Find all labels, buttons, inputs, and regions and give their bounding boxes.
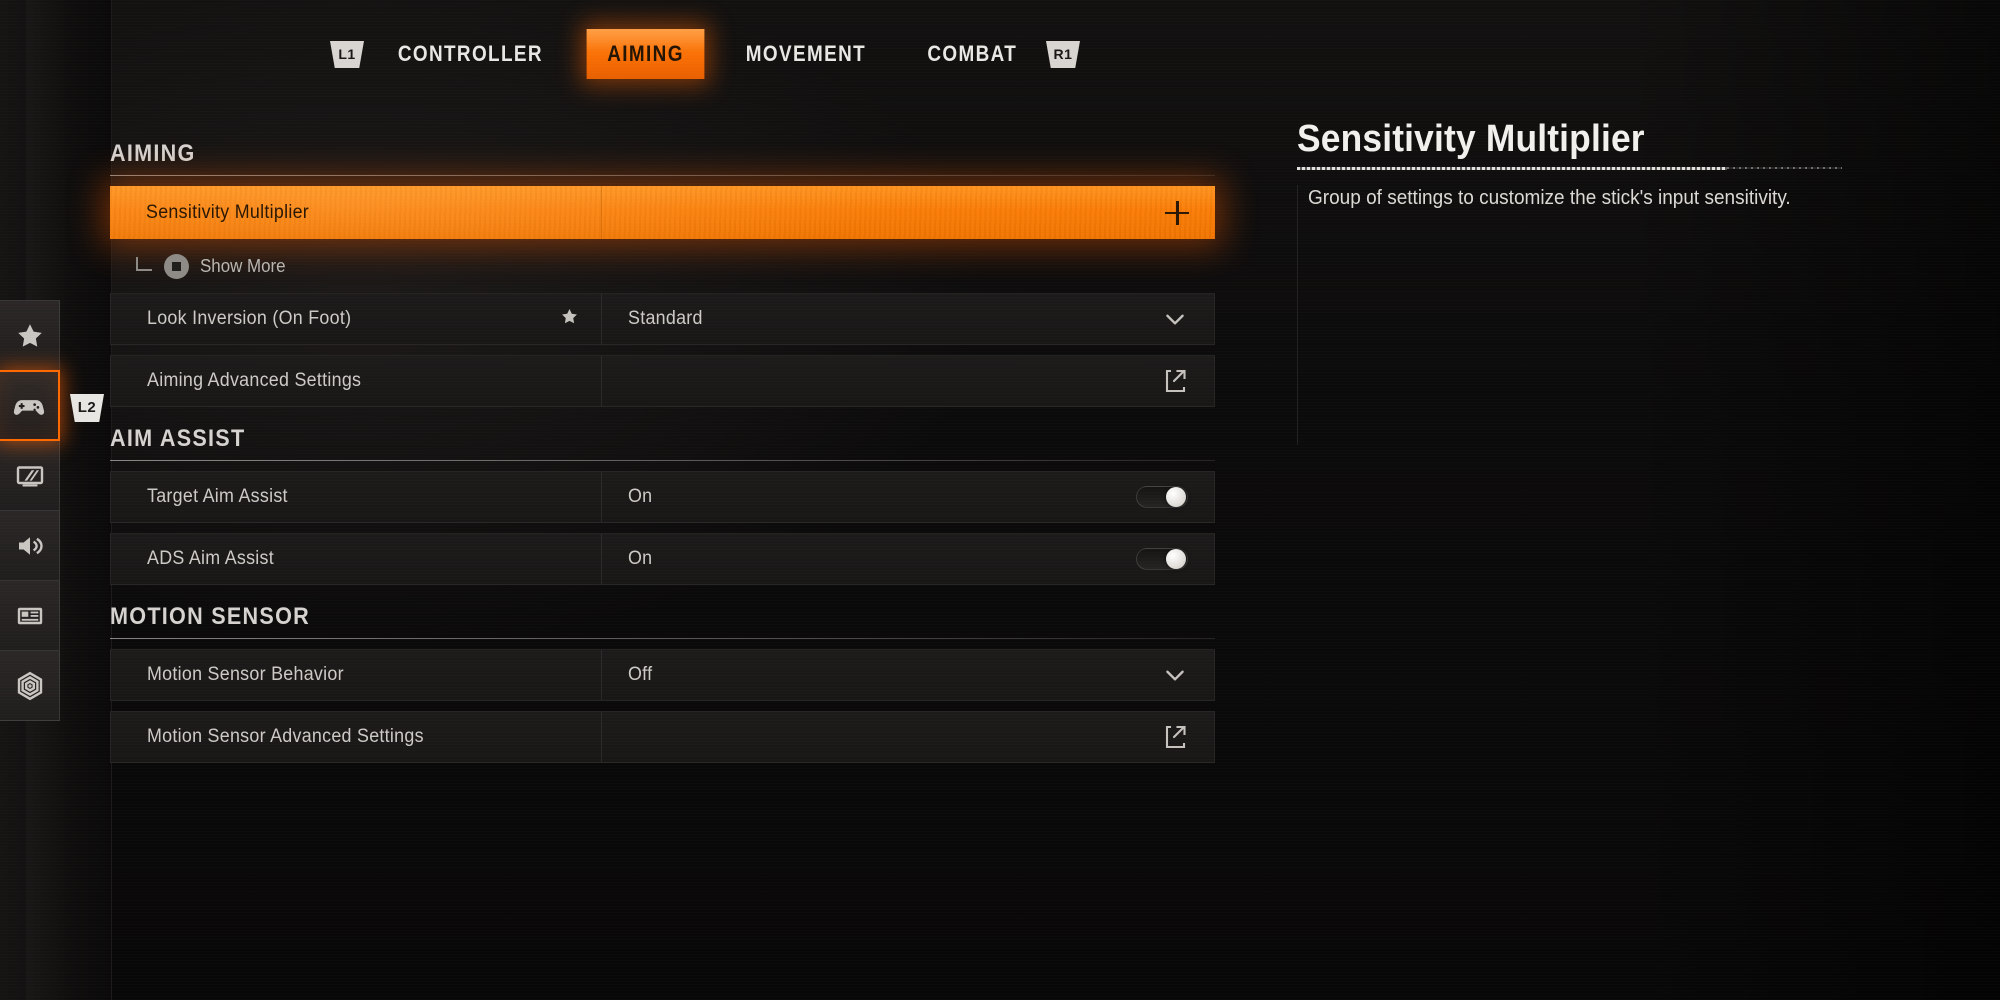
- section-divider: [110, 638, 1215, 639]
- info-panel-title: Sensitivity Multiplier: [1297, 118, 1645, 160]
- row-control-cell: Standard: [602, 294, 1214, 344]
- l2-bumper-badge: L2: [70, 394, 104, 422]
- sidebar-item-controller[interactable]: [0, 370, 60, 441]
- row-control-cell: On: [602, 472, 1214, 522]
- setting-row-sensitivity-multiplier[interactable]: Sensitivity Multiplier: [110, 186, 1215, 239]
- sidebar-item-interface[interactable]: [0, 580, 60, 651]
- setting-value: Off: [627, 664, 653, 685]
- show-more-label: Show More: [200, 255, 286, 276]
- tab-combat[interactable]: COMBAT: [908, 31, 1036, 77]
- setting-label: Aiming Advanced Settings: [147, 370, 362, 391]
- category-sidebar: [0, 300, 60, 721]
- settings-screen: L2 L1 CONTROLLER AIMING MOVEMENT COMBAT …: [0, 0, 2000, 1000]
- row-control-cell: [602, 712, 1214, 762]
- setting-label: ADS Aim Assist: [147, 548, 275, 569]
- setting-row-motion-sensor-advanced[interactable]: Motion Sensor Advanced Settings: [110, 711, 1215, 763]
- setting-label: Sensitivity Multiplier: [146, 201, 310, 223]
- info-panel-description: Group of settings to customize the stick…: [1308, 187, 1791, 209]
- setting-value: On: [627, 548, 653, 569]
- section-divider: [110, 175, 1215, 176]
- tree-branch-icon: [136, 257, 152, 271]
- section-title: MOTION SENSOR: [110, 603, 310, 630]
- external-link-icon[interactable]: [1164, 724, 1188, 750]
- tab-controller[interactable]: CONTROLLER: [379, 31, 562, 77]
- setting-label: Motion Sensor Behavior: [147, 664, 344, 685]
- sidebar-item-graphics[interactable]: [0, 440, 60, 511]
- gamepad-icon: [12, 389, 46, 423]
- row-control-cell: On: [602, 534, 1214, 584]
- setting-label: Motion Sensor Advanced Settings: [147, 726, 424, 747]
- ps-square-button-icon: [164, 253, 189, 279]
- row-control-cell: Off: [602, 650, 1214, 700]
- radar-hex-icon: [14, 670, 46, 702]
- external-link-icon[interactable]: [1164, 368, 1188, 394]
- section-header-aiming: AIMING: [110, 140, 1215, 176]
- info-panel: Sensitivity Multiplier Group of settings…: [1297, 118, 1937, 445]
- toggle-switch[interactable]: [1136, 548, 1188, 570]
- sidebar-item-favorites[interactable]: [0, 300, 60, 371]
- setting-row-motion-sensor-behavior[interactable]: Motion Sensor Behavior Off: [110, 649, 1215, 701]
- info-panel-underline: [1297, 167, 1727, 170]
- info-panel-body: Group of settings to customize the stick…: [1297, 185, 1937, 445]
- row-label-cell: Aiming Advanced Settings: [111, 356, 602, 406]
- row-label-cell: Look Inversion (On Foot): [111, 294, 602, 344]
- setting-row-ads-aim-assist[interactable]: ADS Aim Assist On: [110, 533, 1215, 585]
- chevron-down-icon[interactable]: [1162, 662, 1188, 688]
- speaker-icon: [14, 530, 46, 562]
- hud-layout-icon: [14, 600, 46, 632]
- sidebar-item-telemetry[interactable]: [0, 650, 60, 721]
- setting-value: Standard: [627, 308, 703, 329]
- plus-icon[interactable]: [1165, 200, 1189, 225]
- setting-label: Look Inversion (On Foot): [147, 308, 352, 329]
- monitor-icon: [14, 460, 46, 492]
- l1-bumper-badge: L1: [330, 41, 364, 68]
- settings-list: AIMING Sensitivity Multiplier Show More …: [110, 140, 1215, 773]
- row-control-cell: [602, 356, 1214, 406]
- section-header-aim-assist: AIM ASSIST: [110, 425, 1215, 461]
- setting-label: Target Aim Assist: [147, 486, 288, 507]
- setting-row-target-aim-assist[interactable]: Target Aim Assist On: [110, 471, 1215, 523]
- info-panel-underline-tail: [1727, 167, 1842, 169]
- row-control-cell: [602, 186, 1215, 239]
- section-title: AIMING: [110, 140, 196, 167]
- setting-row-aiming-advanced[interactable]: Aiming Advanced Settings: [110, 355, 1215, 407]
- row-label-cell: ADS Aim Assist: [111, 534, 602, 584]
- show-more-row[interactable]: Show More: [110, 247, 1215, 285]
- row-label-cell: Motion Sensor Behavior: [111, 650, 602, 700]
- star-icon: [15, 321, 45, 351]
- row-label-cell: Target Aim Assist: [111, 472, 602, 522]
- sidebar-item-audio[interactable]: [0, 510, 60, 581]
- section-header-motion-sensor: MOTION SENSOR: [110, 603, 1215, 639]
- toggle-switch[interactable]: [1136, 486, 1188, 508]
- setting-row-look-inversion[interactable]: Look Inversion (On Foot) Standard: [110, 293, 1215, 345]
- row-label-cell: Sensitivity Multiplier: [110, 186, 602, 239]
- setting-value: On: [627, 486, 653, 507]
- r1-bumper-badge: R1: [1046, 41, 1080, 68]
- row-label-cell: Motion Sensor Advanced Settings: [111, 712, 602, 762]
- chevron-down-icon[interactable]: [1162, 306, 1188, 332]
- section-divider: [110, 460, 1215, 461]
- tab-aiming[interactable]: AIMING: [586, 29, 704, 79]
- section-title: AIM ASSIST: [110, 425, 246, 452]
- favorite-star-icon[interactable]: [560, 307, 579, 331]
- tab-bar: L1 CONTROLLER AIMING MOVEMENT COMBAT R1: [330, 30, 1080, 78]
- tab-movement[interactable]: MOVEMENT: [727, 31, 885, 77]
